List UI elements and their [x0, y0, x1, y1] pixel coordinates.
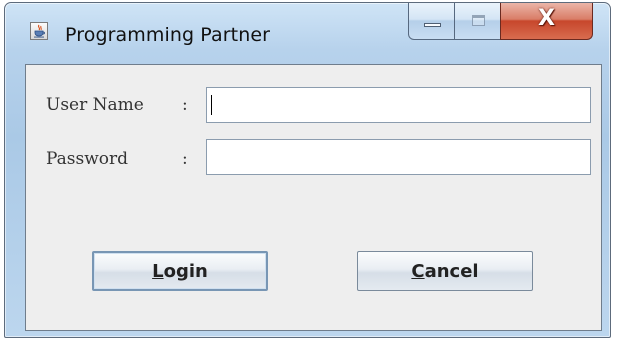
maximize-icon — [472, 15, 485, 26]
minimize-icon — [424, 23, 441, 27]
login-button[interactable]: Login — [92, 251, 268, 291]
minimize-button[interactable] — [408, 3, 455, 40]
login-label-rest: ogin — [163, 260, 208, 282]
login-mnemonic: L — [152, 260, 164, 282]
password-input[interactable] — [206, 139, 591, 175]
close-button[interactable]: X — [500, 3, 593, 40]
cancel-mnemonic: C — [411, 260, 425, 282]
password-colon: : — [182, 149, 188, 169]
username-colon: : — [182, 95, 188, 115]
window-title: Programming Partner — [65, 24, 271, 46]
close-icon: X — [538, 6, 555, 31]
username-label: User Name — [46, 95, 144, 115]
password-label: Password — [46, 149, 129, 169]
caption-buttons: X — [408, 3, 599, 43]
java-cup-icon[interactable] — [30, 22, 48, 40]
cancel-label-rest: ancel — [424, 260, 479, 282]
username-input[interactable] — [206, 87, 591, 123]
cancel-button[interactable]: Cancel — [357, 251, 533, 291]
login-panel: User Name : Password : Login Cancel — [25, 64, 602, 331]
text-cursor — [211, 95, 212, 115]
app-window: Programming Partner X User Name : Passwo… — [4, 2, 611, 338]
maximize-button[interactable] — [454, 3, 501, 40]
